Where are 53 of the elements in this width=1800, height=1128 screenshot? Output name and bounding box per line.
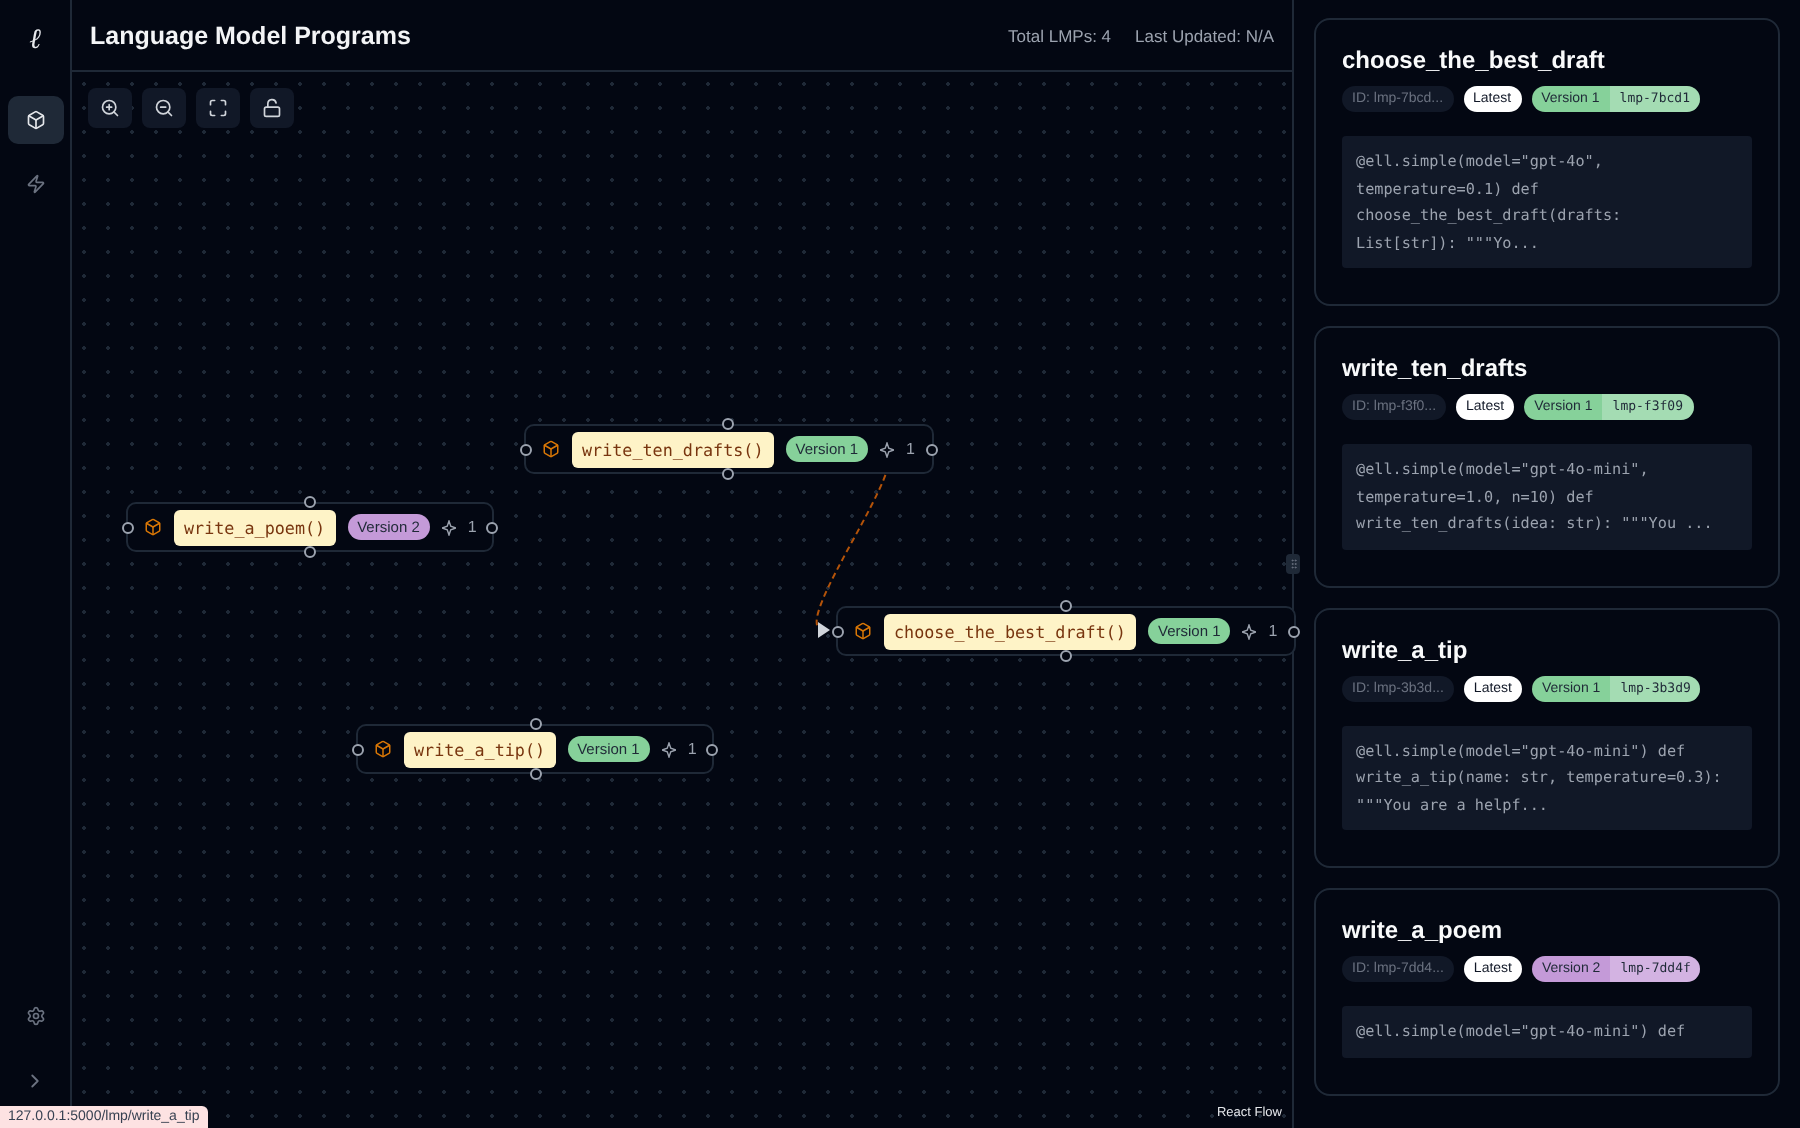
handle[interactable] bbox=[520, 444, 532, 456]
cube-icon bbox=[374, 740, 392, 758]
handle[interactable] bbox=[304, 546, 317, 558]
card-title: write_a_poem bbox=[1342, 916, 1505, 944]
handle[interactable] bbox=[1059, 650, 1072, 662]
handle[interactable] bbox=[529, 718, 542, 730]
zoom-in-icon bbox=[100, 98, 120, 118]
card-title: write_a_tip bbox=[1342, 635, 1470, 663]
handle[interactable] bbox=[925, 444, 937, 456]
function-name: write_a_poem() bbox=[174, 509, 336, 545]
cube-icon bbox=[144, 518, 162, 536]
handle[interactable] bbox=[304, 496, 317, 508]
handle[interactable] bbox=[722, 468, 735, 480]
call-count: 1 bbox=[467, 518, 477, 536]
call-count: 1 bbox=[1268, 622, 1278, 640]
toolbar-button[interactable] bbox=[142, 88, 186, 128]
sparkle-icon bbox=[880, 441, 895, 457]
handle[interactable] bbox=[352, 744, 364, 756]
card-title: write_ten_drafts bbox=[1342, 354, 1530, 382]
call-count: 1 bbox=[906, 440, 915, 458]
handle[interactable] bbox=[1287, 626, 1300, 638]
settings-icon bbox=[25, 1006, 45, 1026]
unlock-icon bbox=[262, 98, 282, 118]
handle[interactable] bbox=[722, 418, 735, 430]
handle[interactable] bbox=[1059, 600, 1072, 612]
sparkle-icon bbox=[441, 519, 456, 535]
sparkle-icon bbox=[1242, 623, 1257, 639]
toolbar-button[interactable] bbox=[196, 88, 240, 128]
bolt-icon bbox=[25, 174, 45, 194]
function-name: write_ten_drafts() bbox=[572, 431, 774, 467]
cube-icon bbox=[542, 440, 560, 458]
call-count: 1 bbox=[687, 740, 697, 758]
fit-view-icon bbox=[208, 98, 228, 118]
page-title: Language Model Programs bbox=[90, 21, 413, 49]
last-updated: Last Updated: N/A bbox=[1135, 25, 1274, 45]
handle[interactable] bbox=[529, 768, 542, 780]
function-name: write_a_tip() bbox=[404, 731, 556, 767]
toolbar-button[interactable] bbox=[250, 88, 294, 128]
cube-icon bbox=[25, 110, 45, 130]
function-name: choose_the_best_draft() bbox=[884, 613, 1136, 649]
total-count: Total LMPs: 4 bbox=[1008, 25, 1112, 45]
toolbar-button[interactable] bbox=[88, 88, 132, 128]
handle[interactable] bbox=[486, 522, 499, 534]
card-title: choose_the_best_draft bbox=[1342, 46, 1607, 74]
handle[interactable] bbox=[122, 522, 134, 534]
handle[interactable] bbox=[706, 744, 719, 756]
resize-handle[interactable] bbox=[1286, 554, 1300, 574]
sidebar-button[interactable] bbox=[7, 96, 63, 144]
sparkle-icon bbox=[661, 741, 676, 757]
logo[interactable]: ℓ bbox=[29, 20, 41, 60]
handle[interactable] bbox=[832, 626, 844, 638]
cube-icon bbox=[854, 622, 872, 640]
zoom-out-icon bbox=[154, 98, 174, 118]
